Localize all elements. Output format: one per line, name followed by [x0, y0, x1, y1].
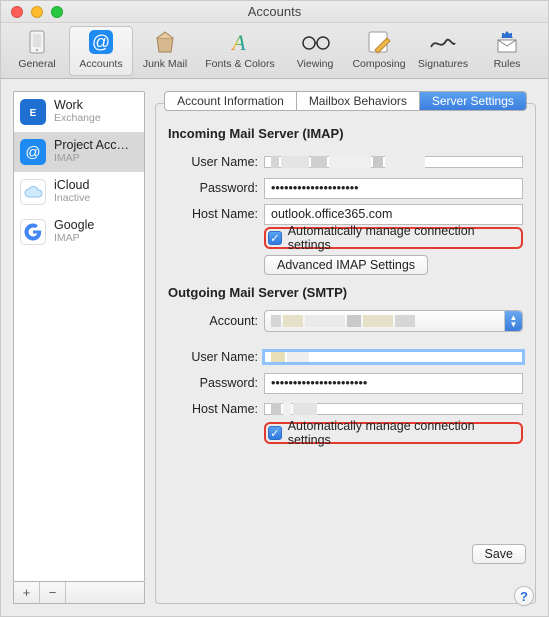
account-sub: Exchange: [54, 113, 101, 125]
toolbar-item-signatures[interactable]: Signatures: [411, 26, 475, 76]
tab-segment: Account Information Mailbox Behaviors Se…: [164, 91, 527, 111]
toolbar-item-composing[interactable]: Composing: [347, 26, 411, 76]
outgoing-account-row: Account: ▲▼: [168, 308, 523, 334]
save-button-wrap: Save: [472, 544, 527, 564]
content-area: E Work Exchange @ Project Acc… IMAP: [1, 79, 548, 616]
advanced-imap-row: Advanced IMAP Settings: [264, 255, 523, 275]
toolbar-item-rules[interactable]: Rules: [475, 26, 539, 76]
tab-mailbox-behaviors[interactable]: Mailbox Behaviors: [297, 92, 420, 110]
fonts-colors-icon: A: [225, 28, 255, 56]
account-item-work[interactable]: E Work Exchange: [14, 92, 144, 132]
account-name: Work: [54, 99, 101, 113]
account-name: Google: [54, 219, 94, 233]
outgoing-password-field[interactable]: ••••••••••••••••••••••: [264, 373, 523, 394]
account-text: Google IMAP: [54, 219, 94, 244]
window-title: Accounts: [1, 4, 548, 19]
toolbar-label: Viewing: [297, 58, 334, 70]
preferences-toolbar: General @ Accounts Junk Mail A Fonts & C…: [1, 23, 548, 79]
account-sub: Inactive: [54, 193, 90, 205]
save-button[interactable]: Save: [472, 544, 527, 564]
general-icon: [24, 28, 50, 56]
outgoing-password-row: Password: ••••••••••••••••••••••: [168, 370, 523, 396]
at-icon: @: [20, 139, 46, 165]
incoming-title: Incoming Mail Server (IMAP): [168, 126, 523, 141]
tab-server-settings[interactable]: Server Settings: [420, 92, 526, 110]
help-button[interactable]: ?: [514, 586, 534, 606]
svg-text:A: A: [230, 30, 246, 55]
tab-bar: Account Information Mailbox Behaviors Se…: [155, 91, 536, 113]
outgoing-password-label: Password:: [168, 376, 258, 390]
incoming-auto-label: Automatically manage connection settings: [288, 224, 515, 252]
toolbar-item-fonts-colors[interactable]: A Fonts & Colors: [197, 26, 283, 76]
exchange-icon: E: [20, 99, 46, 125]
toolbar-item-general[interactable]: General: [5, 26, 69, 76]
account-text: Work Exchange: [54, 99, 101, 124]
toolbar-label: Accounts: [79, 58, 122, 70]
account-name: iCloud: [54, 179, 90, 193]
account-text: Project Acc… IMAP: [54, 139, 129, 164]
svg-text:E: E: [30, 108, 37, 119]
tab-account-information[interactable]: Account Information: [165, 92, 297, 110]
incoming-hostname-field[interactable]: outlook.office365.com: [264, 204, 523, 225]
toolbar-label: Composing: [352, 58, 405, 70]
outgoing-username-row: User Name:: [168, 344, 523, 370]
outgoing-account-select[interactable]: ▲▼: [264, 310, 523, 332]
toolbar-label: Rules: [494, 58, 521, 70]
account-item-project[interactable]: @ Project Acc… IMAP: [14, 132, 144, 172]
account-name: Project Acc…: [54, 139, 129, 153]
outgoing-auto-row[interactable]: ✓ Automatically manage connection settin…: [264, 422, 523, 444]
incoming-auto-row[interactable]: ✓ Automatically manage connection settin…: [264, 227, 523, 249]
toolbar-label: Fonts & Colors: [205, 58, 274, 70]
main-pane: Account Information Mailbox Behaviors Se…: [155, 91, 536, 604]
viewing-icon: [300, 28, 330, 56]
outgoing-account-label: Account:: [168, 314, 258, 328]
signatures-icon: [428, 28, 458, 56]
chevron-updown-icon: ▲▼: [504, 311, 522, 331]
outgoing-hostname-label: Host Name:: [168, 402, 258, 416]
incoming-username-row: User Name:: [168, 149, 523, 175]
toolbar-label: Junk Mail: [143, 58, 187, 70]
incoming-username-label: User Name:: [168, 155, 258, 169]
incoming-hostname-label: Host Name:: [168, 207, 258, 221]
redacted-value: [271, 315, 415, 327]
outgoing-username-label: User Name:: [168, 350, 258, 364]
incoming-password-row: Password: ••••••••••••••••••••: [168, 175, 523, 201]
account-sub: IMAP: [54, 153, 129, 165]
composing-icon: [365, 28, 393, 56]
toolbar-item-junkmail[interactable]: Junk Mail: [133, 26, 197, 76]
remove-account-button[interactable]: −: [40, 582, 66, 603]
checkbox-checked-icon[interactable]: ✓: [268, 426, 282, 440]
account-list: E Work Exchange @ Project Acc… IMAP: [13, 91, 145, 582]
svg-text:@: @: [92, 32, 110, 52]
advanced-imap-button[interactable]: Advanced IMAP Settings: [264, 255, 428, 275]
rules-icon: [493, 28, 521, 56]
outgoing-title: Outgoing Mail Server (SMTP): [168, 285, 523, 300]
accounts-icon: @: [87, 28, 115, 56]
toolbar-label: General: [18, 58, 55, 70]
toolbar-label: Signatures: [418, 58, 468, 70]
titlebar: Accounts: [1, 1, 548, 23]
junkmail-icon: [151, 28, 179, 56]
outgoing-hostname-field[interactable]: [264, 403, 523, 415]
account-item-icloud[interactable]: iCloud Inactive: [14, 172, 144, 212]
outgoing-username-field[interactable]: [264, 351, 523, 363]
account-item-google[interactable]: Google IMAP: [14, 212, 144, 252]
toolbar-item-viewing[interactable]: Viewing: [283, 26, 347, 76]
toolbar-item-accounts[interactable]: @ Accounts: [69, 26, 133, 76]
server-settings-pane: Incoming Mail Server (IMAP) User Name: P…: [155, 103, 536, 604]
add-account-button[interactable]: +: [14, 582, 40, 603]
incoming-username-field[interactable]: [264, 156, 523, 168]
incoming-password-label: Password:: [168, 181, 258, 195]
account-text: iCloud Inactive: [54, 179, 90, 204]
outgoing-auto-label: Automatically manage connection settings: [288, 419, 515, 447]
account-sub: IMAP: [54, 233, 94, 245]
incoming-password-field[interactable]: ••••••••••••••••••••: [264, 178, 523, 199]
icloud-icon: [20, 179, 46, 205]
accounts-window: Accounts General @ Accounts Junk Mail: [0, 0, 549, 617]
sidebar-footer: + −: [13, 582, 145, 604]
account-sidebar-wrap: E Work Exchange @ Project Acc… IMAP: [13, 91, 145, 604]
checkbox-checked-icon[interactable]: ✓: [268, 231, 282, 245]
google-icon: [20, 219, 46, 245]
